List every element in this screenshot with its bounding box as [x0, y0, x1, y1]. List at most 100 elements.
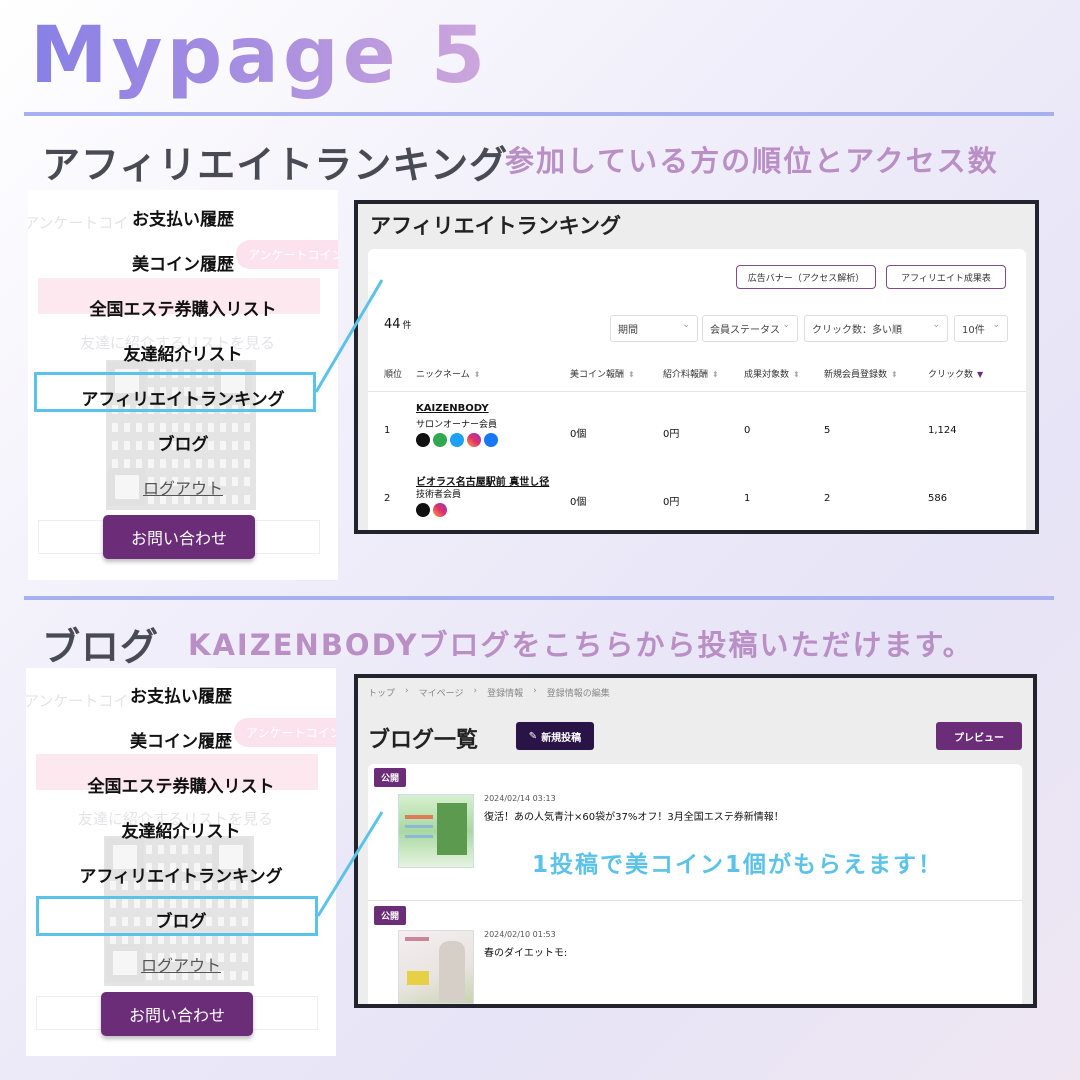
col-signups[interactable]: 新規会員登録数 ⬍	[824, 367, 898, 380]
preview-button[interactable]: プレビュー	[936, 722, 1022, 750]
menu-item-referral-list[interactable]: 友達紹介リスト	[26, 817, 336, 842]
contact-button[interactable]: お問い合わせ	[101, 992, 253, 1036]
chevron-down-icon: ⌄	[992, 320, 1000, 330]
cell-coin: 0個	[570, 497, 587, 508]
sort-icon: ⬍	[628, 370, 635, 379]
menu-item-blog[interactable]: ブログ	[28, 430, 338, 455]
instagram-icon[interactable]	[467, 433, 481, 447]
ranking-card: 広告バナー（アクセス解析） アフィリエイト成果表 44 件 期間 ⌄ 会員ステータス…	[368, 249, 1026, 530]
ranking-screenshot: アフィリエイトランキング 広告バナー（アクセス解析） アフィリエイト成果表 44…	[354, 200, 1039, 534]
menu-item-affiliate-ranking[interactable]: アフィリエイトランキング	[28, 385, 338, 410]
cell-fee: 0円	[663, 429, 680, 440]
twitter-icon[interactable]	[450, 433, 464, 447]
social-icons	[416, 503, 447, 517]
menu-item-coin-history[interactable]: 美コイン履歴	[28, 250, 338, 275]
side-menu: アンケートコイ アンケートコイン 友達に紹介するリストを見る お支払い履歴 美コ…	[26, 668, 336, 1056]
col-coin-reward[interactable]: 美コイン報酬 ⬍	[570, 367, 635, 380]
cell-member-type: 技術者会員	[416, 490, 462, 500]
blog-post-list: 公開 2024/02/14 03:13 復活！あの人気青汁×60袋が37%オフ！…	[368, 764, 1022, 1004]
menu-item-referral-list[interactable]: 友達紹介リスト	[28, 340, 338, 365]
new-post-button[interactable]: ✎ 新規投稿	[516, 722, 594, 750]
social-icons	[416, 433, 498, 447]
result-count-value: 44	[384, 317, 401, 332]
menu-item-affiliate-ranking[interactable]: アフィリエイトランキング	[26, 862, 336, 887]
cell-fee: 0円	[663, 497, 680, 508]
breadcrumb-item: 登録情報の編集	[546, 689, 610, 699]
col-clicks[interactable]: クリック数 ▼	[928, 367, 983, 380]
page-size-select[interactable]: 10件 ⌄	[954, 315, 1008, 342]
sort-icon: ⬍	[712, 370, 719, 379]
table-divider	[368, 391, 1026, 392]
cell-nickname-link[interactable]: KAIZENBODY	[416, 403, 489, 414]
logout-link[interactable]: ログアウト	[26, 952, 336, 976]
chevron-down-icon: ⌄	[682, 320, 690, 330]
menu-item-esthe-ticket-list[interactable]: 全国エステ券購入リスト	[28, 295, 338, 320]
breadcrumb-item[interactable]: トップ	[368, 686, 395, 699]
cell-clicks: 1,124	[928, 425, 957, 436]
menu-item-payment-history[interactable]: お支払い履歴	[26, 682, 336, 707]
menu-item-payment-history[interactable]: お支払い履歴	[28, 205, 338, 230]
chevron-down-icon: ⌄	[782, 320, 790, 330]
member-status-label: 会員ステータス	[710, 325, 780, 336]
menu-item-coin-history[interactable]: 美コイン履歴	[26, 727, 336, 752]
sort-icon: ⬍	[891, 370, 898, 379]
col-rank: 順位	[384, 370, 403, 380]
post-thumbnail[interactable]	[398, 930, 474, 1004]
page-size-label: 10件	[962, 325, 985, 336]
instagram-icon[interactable]	[433, 503, 447, 517]
section-title-blog: ブログ	[42, 625, 160, 669]
cell-coin: 0個	[570, 429, 587, 440]
result-count: 44 件	[384, 317, 412, 332]
new-post-label: 新規投稿	[541, 732, 582, 744]
menu-item-blog[interactable]: ブログ	[26, 907, 336, 932]
breadcrumb: トップ › マイページ › 登録情報 › 登録情報の編集	[368, 686, 610, 699]
post-thumbnail[interactable]	[398, 794, 474, 868]
cell-rank: 2	[384, 493, 391, 504]
member-status-select[interactable]: 会員ステータス ⌄	[702, 315, 798, 342]
breadcrumb-item[interactable]: 登録情報	[487, 686, 523, 699]
tiktok-icon[interactable]	[416, 503, 430, 517]
ad-banner-button[interactable]: 広告バナー（アクセス解析）	[736, 265, 876, 289]
cell-rank: 1	[384, 425, 391, 436]
contact-button[interactable]: お問い合わせ	[103, 515, 255, 559]
cell-signups: 2	[824, 493, 831, 504]
menu-item-esthe-ticket-list[interactable]: 全国エステ券購入リスト	[26, 772, 336, 797]
divider	[24, 596, 1054, 600]
col-referral-fee[interactable]: 紹介料報酬 ⬍	[663, 367, 719, 380]
cell-clicks: 586	[928, 493, 948, 504]
ranking-title: アフィリエイトランキング	[370, 214, 621, 238]
tiktok-icon[interactable]	[416, 433, 430, 447]
cell-results: 0	[744, 425, 751, 436]
sort-desc-icon: ▼	[977, 370, 984, 379]
period-select[interactable]: 期間 ⌄	[610, 315, 698, 342]
pencil-icon: ✎	[528, 730, 538, 742]
period-select-label: 期間	[618, 325, 638, 336]
status-badge: 公開	[374, 768, 407, 787]
post-title[interactable]: 春のダイエットモ:	[484, 944, 567, 959]
post-date: 2024/02/14 03:13	[484, 794, 556, 803]
divider	[24, 112, 1054, 116]
side-menu: アンケートコイ アンケートコイン 友達に紹介するリストを見る お支払い履歴 美コ…	[28, 190, 338, 580]
post-title[interactable]: 復活！あの人気青汁×60袋が37%オフ！3月全国エステ券新情報！	[484, 808, 784, 823]
blog-icon[interactable]	[433, 433, 447, 447]
sort-icon: ⬍	[793, 370, 800, 379]
result-count-unit: 件	[402, 321, 412, 331]
logout-link[interactable]: ログアウト	[28, 475, 338, 499]
cell-results: 1	[744, 493, 751, 504]
promo-text: 1投稿で美コイン1個がもらえます！	[532, 852, 944, 878]
sort-select-label: クリック数：多い順	[812, 325, 902, 336]
sort-select[interactable]: クリック数：多い順 ⌄	[804, 315, 948, 342]
page-title: Mypage 5	[30, 11, 490, 101]
facebook-icon[interactable]	[484, 433, 498, 447]
breadcrumb-item[interactable]: マイページ	[419, 686, 464, 699]
section-title-ranking: アフィリエイトランキング	[42, 143, 509, 187]
post-date: 2024/02/10 01:53	[484, 930, 556, 939]
affiliate-report-button[interactable]: アフィリエイト成果表	[886, 265, 1006, 289]
status-badge: 公開	[374, 906, 407, 925]
col-nickname[interactable]: ニックネーム ⬍	[416, 367, 480, 380]
cell-member-type: サロンオーナー会員	[416, 420, 498, 430]
cell-nickname-link[interactable]: ビオラス名古屋駅前 真世し径	[416, 473, 549, 488]
sort-icon: ⬍	[473, 370, 481, 379]
blog-screenshot: トップ › マイページ › 登録情報 › 登録情報の編集 ブログ一覧 ✎ 新規投稿 プレ…	[354, 674, 1037, 1008]
col-results[interactable]: 成果対象数 ⬍	[744, 367, 800, 380]
